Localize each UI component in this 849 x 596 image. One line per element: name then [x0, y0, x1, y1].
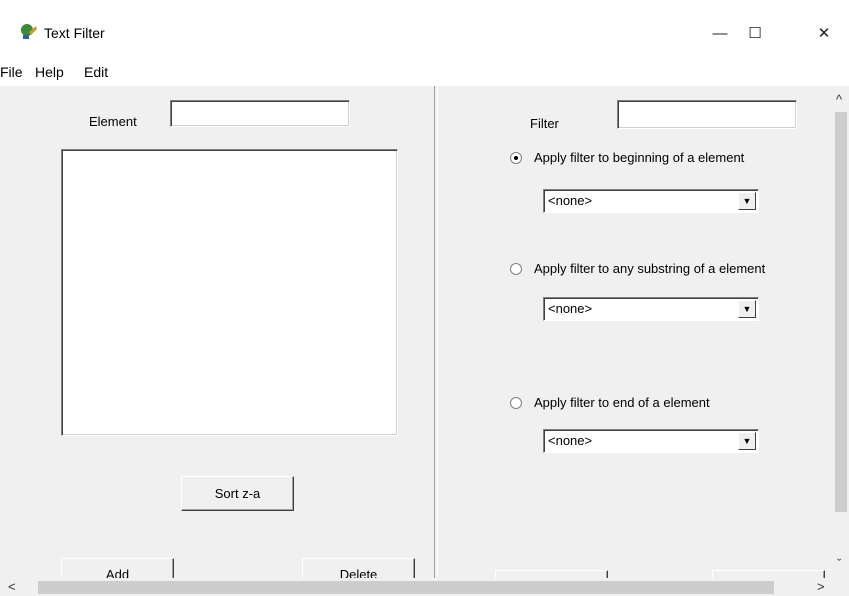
menu-bar: [0, 62, 849, 86]
dropdown-beginning[interactable]: <none> ▼: [543, 189, 759, 213]
scroll-left-icon[interactable]: <: [8, 579, 16, 594]
menu-edit[interactable]: Edit: [84, 64, 108, 80]
app-icon: [21, 24, 37, 39]
radio-selected-dot: [514, 156, 518, 160]
close-button[interactable]: ✕: [806, 18, 842, 48]
chevron-down-icon[interactable]: ▼: [738, 192, 756, 210]
scroll-down-icon[interactable]: ˇ: [837, 556, 841, 571]
scroll-right-icon[interactable]: >: [817, 579, 825, 594]
window-title: Text Filter: [44, 25, 105, 41]
radio-beginning[interactable]: [510, 152, 522, 164]
element-input[interactable]: [170, 100, 350, 127]
option-end-label: Apply filter to end of a element: [534, 395, 710, 410]
dropdown-substring-value: <none>: [548, 301, 593, 316]
radio-end[interactable]: [510, 397, 522, 409]
chevron-down-icon[interactable]: ▼: [738, 300, 756, 318]
vertical-scroll-thumb[interactable]: [835, 112, 847, 512]
horizontal-scroll-thumb[interactable]: [38, 581, 774, 594]
dropdown-end[interactable]: <none> ▼: [543, 429, 759, 453]
option-substring-label: Apply filter to any substring of a eleme…: [534, 261, 766, 276]
menu-file[interactable]: File: [0, 64, 23, 80]
option-beginning-label: Apply filter to beginning of a element: [534, 150, 745, 165]
panel-divider: [434, 86, 438, 580]
radio-substring[interactable]: [510, 263, 522, 275]
filter-input[interactable]: [617, 100, 797, 129]
menu-help[interactable]: Help: [35, 64, 64, 80]
dropdown-substring[interactable]: <none> ▼: [543, 297, 759, 321]
maximize-button[interactable]: ☐: [737, 18, 773, 48]
scroll-up-icon[interactable]: ^: [836, 92, 842, 107]
chevron-down-icon[interactable]: ▼: [738, 432, 756, 450]
minimize-button[interactable]: —: [702, 18, 738, 48]
element-listbox[interactable]: [61, 149, 398, 436]
dropdown-beginning-value: <none>: [548, 193, 593, 208]
sort-button[interactable]: Sort z-a: [181, 476, 294, 511]
element-label: Element: [89, 114, 137, 129]
filter-label: Filter: [530, 116, 559, 131]
dropdown-end-value: <none>: [548, 433, 593, 448]
